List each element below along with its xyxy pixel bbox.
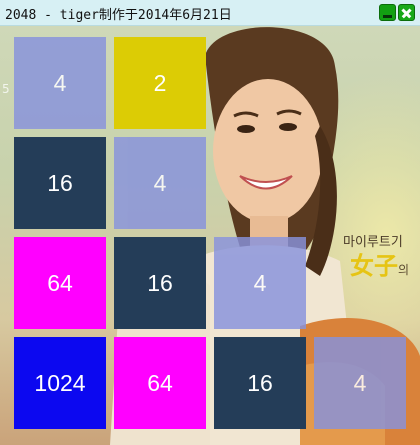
tile-r3c3: 4 <box>214 237 306 329</box>
tile-r1c2: 2 <box>114 37 206 129</box>
tile-r4c4: 4 <box>314 337 406 429</box>
close-button[interactable] <box>398 4 415 21</box>
title-bar[interactable]: 2048 - tiger制作于2014年6月21日 <box>0 0 420 26</box>
tile-r3c1: 64 <box>14 237 106 329</box>
minimize-button[interactable] <box>379 4 396 21</box>
game-board[interactable]: 5 마이루트기 女子의 4 2 16 4 64 16 4 1024 64 16 … <box>0 26 420 445</box>
tile-r3c2: 16 <box>114 237 206 329</box>
tile-r1c1: 4 <box>14 37 106 129</box>
tile-r2c1: 16 <box>14 137 106 229</box>
tile-r4c1: 1024 <box>14 337 106 429</box>
tile-r4c3: 16 <box>214 337 306 429</box>
window-title: 2048 - tiger制作于2014年6月21日 <box>5 8 232 23</box>
game-window: 2048 - tiger制作于2014年6月21日 5 마이루트기 女子의 4 … <box>0 0 420 445</box>
tile-r4c2: 64 <box>114 337 206 429</box>
poster-chinese-text: 女子의 <box>350 246 409 281</box>
poster-chinese-word: 女子 <box>350 251 398 280</box>
poster-suffix: 의 <box>398 263 410 277</box>
minimize-icon <box>383 15 392 18</box>
background-side-text: 5 <box>2 82 10 96</box>
tile-r2c2: 4 <box>114 137 206 229</box>
